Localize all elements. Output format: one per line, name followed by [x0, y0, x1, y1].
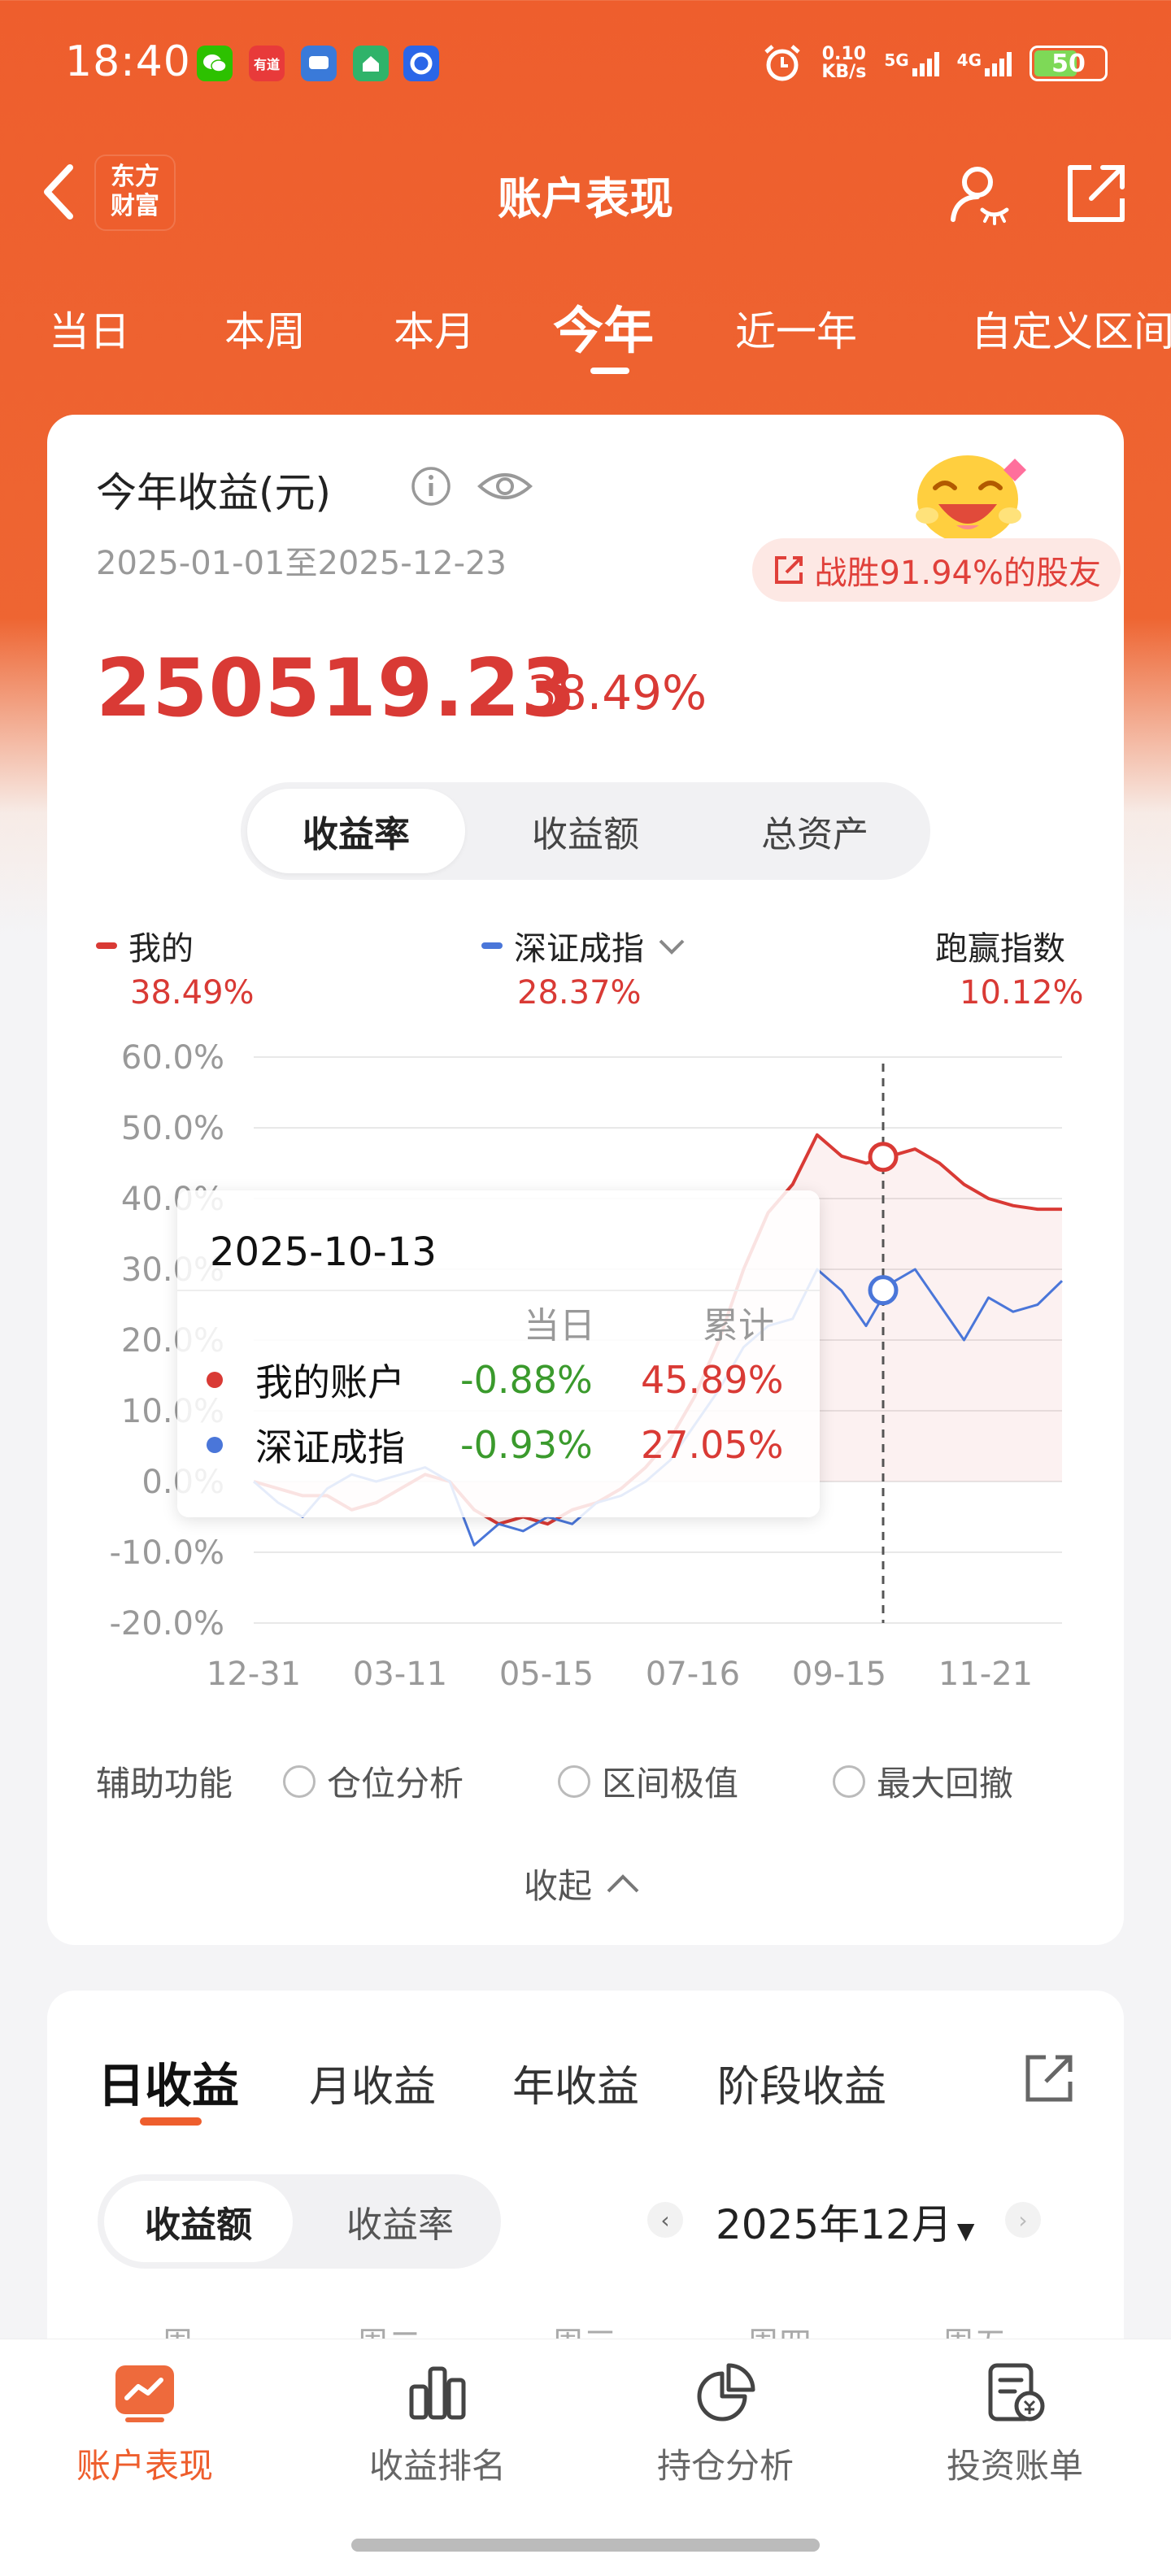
- tooltip-col-day: 当日: [524, 1305, 595, 1347]
- tooltip-row-mine: 我的账户 -0.88% 45.89%: [207, 1353, 783, 1407]
- y-tick-label: 50.0%: [121, 1110, 224, 1147]
- legend-mine: 我的: [96, 922, 194, 969]
- y-tick-label: -10.0%: [109, 1534, 224, 1572]
- x-tick-label: 12-31: [207, 1656, 301, 1693]
- tab-last-year[interactable]: 近一年: [735, 299, 857, 358]
- returns-segmented-control: 收益额 收益率: [98, 2174, 501, 2269]
- legend-mine-value: 38.49%: [130, 974, 255, 1012]
- legend-index-value: 28.37%: [517, 974, 642, 1012]
- youdao-app-icon: 有道: [249, 46, 285, 81]
- collapse-button[interactable]: 收起: [524, 1859, 642, 1908]
- legend-beat-index: 跑赢指数: [935, 930, 1065, 968]
- index-dot: [207, 1437, 223, 1453]
- eye-icon[interactable]: [477, 468, 533, 504]
- seg-amount[interactable]: 收益额: [104, 2181, 293, 2262]
- nav-holdings-analysis[interactable]: 持仓分析: [620, 2359, 831, 2488]
- legend-beat-value: 10.12%: [960, 974, 1084, 1012]
- date-range: 2025-01-01至2025-12-23: [96, 545, 507, 582]
- share-icon[interactable]: [1062, 159, 1130, 228]
- month-selector[interactable]: 2025年12月 ▼: [716, 2192, 974, 2251]
- seg-return-amount[interactable]: 收益额: [477, 789, 694, 873]
- x-tick-label: 03-11: [353, 1656, 447, 1693]
- nav-account-performance[interactable]: 账户表现: [39, 2359, 250, 2488]
- next-month-button[interactable]: ›: [1005, 2202, 1041, 2238]
- aux-range-extreme[interactable]: 区间极值: [558, 1756, 738, 1806]
- browser-app-icon: [403, 46, 439, 81]
- tab-monthly-returns[interactable]: 月收益: [309, 2052, 436, 2113]
- total-profit-pct: 38.49%: [527, 665, 707, 720]
- tab-daily-returns[interactable]: 日收益: [98, 2047, 239, 2116]
- laughing-emoji-icon: [916, 455, 1026, 543]
- tab-stage-returns[interactable]: 阶段收益: [717, 2052, 886, 2113]
- aux-label: 辅助功能: [96, 1764, 233, 1804]
- period-tabs: 当日 本周 本月 今年 近一年 自定义区间: [0, 299, 1171, 374]
- seg-total-assets[interactable]: 总资产: [706, 789, 924, 873]
- aux-position-analysis[interactable]: 仓位分析: [283, 1756, 464, 1806]
- bill-icon: [988, 2363, 1045, 2422]
- signal-4g: 4G: [957, 50, 1012, 76]
- tooltip-col-cum: 累计: [703, 1305, 774, 1347]
- net-speed: 0.10 KB/s: [821, 44, 867, 82]
- y-tick-label: -20.0%: [109, 1605, 224, 1643]
- pie-chart-icon: [697, 2363, 755, 2422]
- tab-this-year[interactable]: 今年: [553, 289, 654, 363]
- signal-5g: 5G: [884, 50, 939, 76]
- crosshair-point-index: [868, 1275, 899, 1306]
- tooltip-row-index: 深证成指 -0.93% 27.05%: [207, 1418, 783, 1472]
- tooltip-date: 2025-10-13: [210, 1229, 437, 1275]
- chevron-down-icon: [659, 939, 685, 955]
- radio-icon: [558, 1764, 590, 1798]
- prev-month-button[interactable]: ‹: [647, 2202, 683, 2238]
- wechat-icon: [197, 46, 233, 81]
- caret-down-icon: ▼: [956, 2217, 975, 2244]
- chart-tooltip: 2025-10-13 当日 累计 我的账户 -0.88% 45.89% 深证成指…: [177, 1190, 820, 1517]
- seg-return-rate[interactable]: 收益率: [247, 789, 465, 873]
- status-indicators: 0.10 KB/s 5G 4G 50: [761, 42, 1108, 85]
- beat-text: 战胜91.94%的股友: [814, 555, 1101, 592]
- metric-segmented-control: 收益率 收益额 总资产: [241, 782, 930, 880]
- share-icon[interactable]: [1021, 2049, 1078, 2106]
- x-tick-label: 11-21: [938, 1656, 1033, 1693]
- home-indicator: [351, 2539, 820, 2552]
- status-time: 18:40: [65, 37, 191, 86]
- chart-trend-icon: [115, 2365, 174, 2422]
- alarm-icon: [764, 45, 801, 81]
- active-tab-indicator: [590, 368, 629, 374]
- info-icon[interactable]: [410, 465, 452, 507]
- seg-rate[interactable]: 收益率: [306, 2181, 494, 2262]
- aux-max-drawdown[interactable]: 最大回撤: [833, 1756, 1013, 1806]
- tab-month[interactable]: 本月: [394, 299, 475, 358]
- tab-week[interactable]: 本周: [224, 299, 306, 358]
- nav-profit-ranking[interactable]: 收益排名: [332, 2359, 543, 2488]
- beat-badge[interactable]: 战胜91.94%的股友: [752, 538, 1121, 602]
- tab-custom-range[interactable]: 自定义区间: [971, 299, 1171, 358]
- anjuke-app-icon: [353, 46, 389, 81]
- daily-tab-indicator: [140, 2117, 202, 2126]
- bar-chart-icon: [409, 2366, 466, 2420]
- x-tick-label: 05-15: [499, 1656, 594, 1693]
- summary-label: 今年收益(元): [96, 469, 332, 516]
- radio-icon: [833, 1764, 865, 1798]
- user-hide-icon[interactable]: [945, 159, 1013, 228]
- crosshair-point-mine: [868, 1142, 899, 1173]
- radio-icon: [283, 1764, 316, 1798]
- legend-index-selector[interactable]: 深证成指: [481, 922, 688, 969]
- total-profit-value: 250519.23: [96, 642, 577, 735]
- x-tick-label: 09-15: [792, 1656, 886, 1693]
- message-app-icon: [301, 46, 337, 81]
- mine-dot: [207, 1372, 223, 1388]
- x-tick-label: 07-16: [646, 1656, 740, 1693]
- share-small-icon: [775, 556, 803, 584]
- nav-investment-bill[interactable]: 投资账单: [909, 2359, 1121, 2488]
- y-tick-label: 60.0%: [121, 1039, 224, 1077]
- chevron-up-icon: [607, 1873, 639, 1892]
- tab-yearly-returns[interactable]: 年收益: [512, 2052, 639, 2113]
- tab-today[interactable]: 当日: [49, 299, 130, 358]
- battery-icon: 50: [1030, 46, 1108, 81]
